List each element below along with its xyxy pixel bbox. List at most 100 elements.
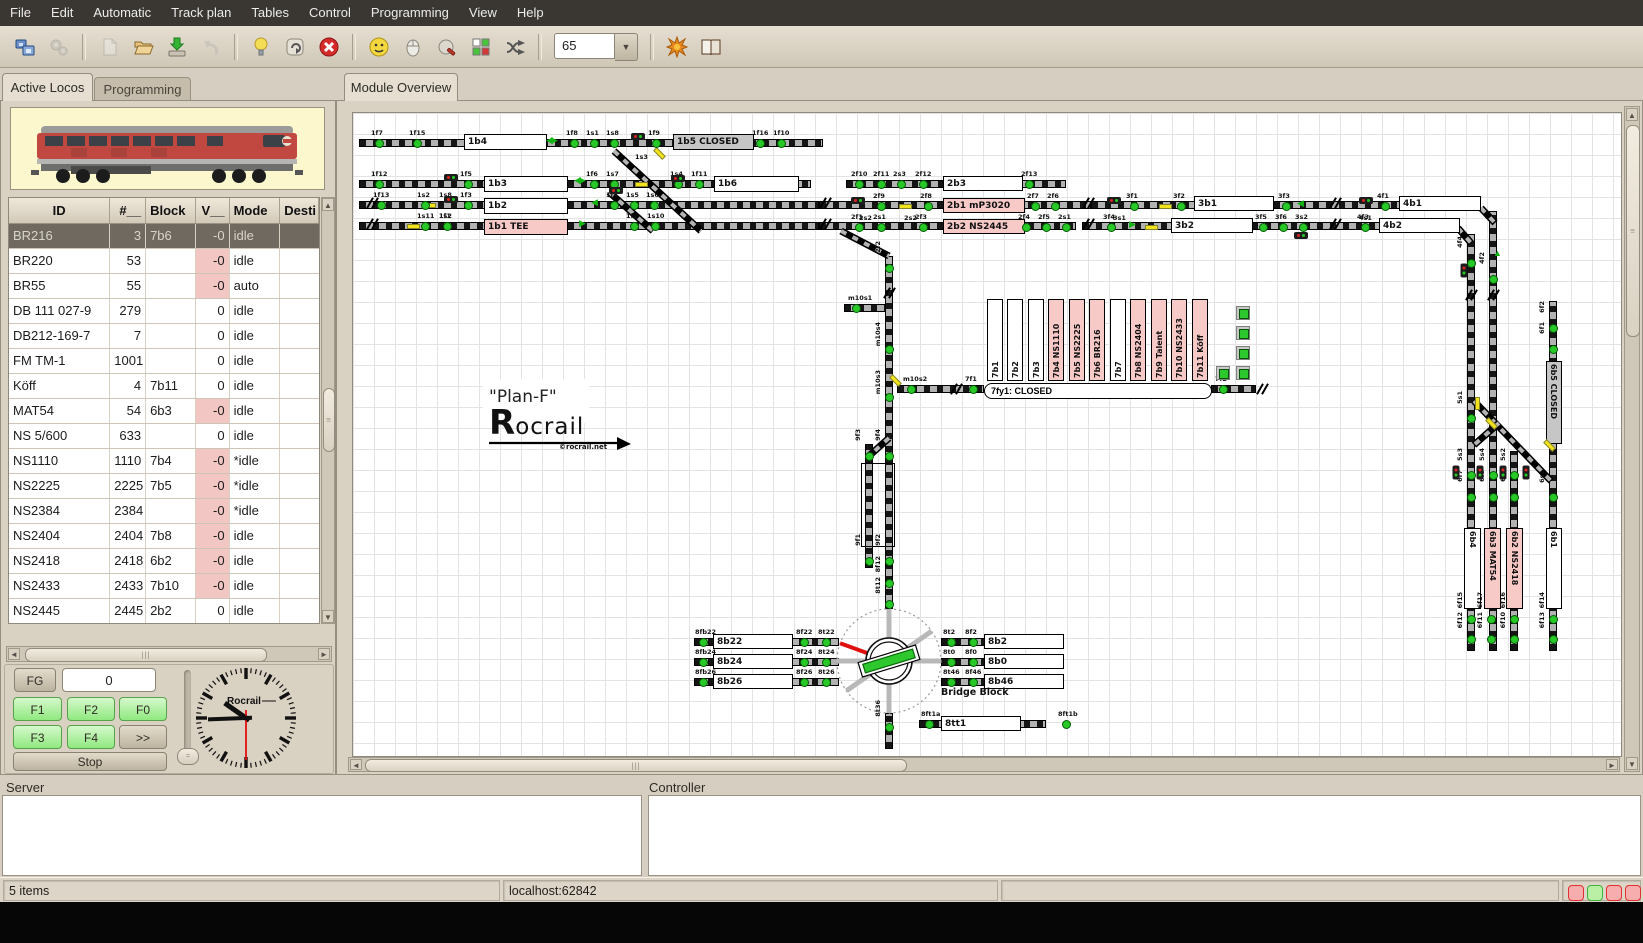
sensor-1s1[interactable] (590, 139, 599, 148)
sensor-6f11[interactable] (1487, 635, 1496, 644)
sensor-3f4[interactable] (1107, 223, 1116, 232)
zoom-dropdown-icon[interactable]: ▼ (615, 33, 638, 61)
probe-icon[interactable] (434, 34, 460, 60)
signal-icon[interactable] (444, 174, 458, 181)
block-2b2[interactable]: 2b2 NS2445 (943, 219, 1025, 234)
sensor-3f6[interactable] (1279, 223, 1288, 232)
sensor-8f24[interactable] (800, 658, 809, 667)
sensor-6f15[interactable] (1467, 615, 1476, 624)
sensor-1f12[interactable] (375, 180, 384, 189)
block-1b3[interactable]: 1b3 (484, 176, 568, 192)
sensor-1s6[interactable] (650, 201, 659, 210)
sensor-m10s4[interactable] (885, 345, 894, 354)
loco-row-fm-tm-1[interactable]: FM TM-110010idle (9, 349, 319, 374)
sensor-8t2[interactable] (947, 638, 956, 647)
sensor-1f6[interactable] (590, 180, 599, 189)
fg-button[interactable]: FG (14, 668, 56, 692)
loco-row-ns2418[interactable]: NS241824186b2-0idle (9, 549, 319, 574)
sensor-1f16[interactable] (756, 139, 765, 148)
menu-automatic[interactable]: Automatic (83, 0, 161, 26)
menu-track-plan[interactable]: Track plan (161, 0, 241, 26)
sensor-8f2[interactable] (969, 638, 978, 647)
emergency-stop-icon[interactable] (316, 34, 342, 60)
sensor-6f12[interactable] (1467, 635, 1476, 644)
block-7fy1[interactable]: 7fy1: CLOSED (984, 383, 1212, 399)
sensor-1f13[interactable] (377, 201, 386, 210)
switch-segment[interactable] (635, 182, 648, 187)
sensor-2f7[interactable] (1031, 202, 1040, 211)
block-1b2[interactable]: 1b2 (484, 198, 568, 214)
open-icon[interactable] (130, 34, 156, 60)
output-indicator[interactable] (1236, 366, 1250, 380)
block-1b4[interactable]: 1b4 (464, 134, 547, 150)
loco-row-br55[interactable]: BR5555-0auto (9, 274, 319, 299)
sensor-6f8[interactable] (1489, 493, 1498, 502)
block-1b5[interactable]: 1b5 CLOSED (673, 134, 754, 150)
scroll-down-icon[interactable]: ▼ (322, 610, 334, 623)
loco-row-ns2225[interactable]: NS222522257b5-0*idle (9, 474, 319, 499)
sensor-6f3[interactable] (1510, 493, 1519, 502)
sensor-4f3[interactable] (1361, 223, 1370, 232)
signal-icon[interactable] (1107, 197, 1121, 204)
block-7b2[interactable]: 7b2 (1007, 299, 1023, 381)
connect-icon[interactable] (12, 34, 38, 60)
loco-row-br220[interactable]: BR22053-0idle (9, 249, 319, 274)
switch-segment[interactable] (1475, 397, 1480, 410)
speed-slider[interactable] (184, 670, 191, 750)
sensor-1f15[interactable] (413, 139, 422, 148)
loco-row-ns2445[interactable]: NS244524452b20idle (9, 599, 319, 624)
sensor-6f2[interactable] (1549, 324, 1558, 333)
sensor-8t0[interactable] (947, 658, 956, 667)
menu-view[interactable]: View (459, 0, 507, 26)
signal-icon[interactable] (1453, 466, 1460, 480)
block-8tt1[interactable]: 8tt1 (941, 716, 1021, 731)
sensor-1f4[interactable] (610, 201, 619, 210)
sensor-7f1[interactable] (969, 385, 978, 394)
f1-button[interactable]: F1 (13, 697, 62, 721)
plan-vscrollbar[interactable]: ▲ ≡ ▼ (1624, 106, 1640, 772)
sensor-1s8[interactable] (610, 139, 619, 148)
menu-tables[interactable]: Tables (241, 0, 299, 26)
sensor-4f2[interactable] (1489, 275, 1498, 284)
output-indicator[interactable] (1236, 346, 1250, 360)
sensor-4f4[interactable] (1467, 259, 1476, 268)
block-1b6[interactable]: 1b6 (714, 176, 799, 192)
sensor-1f2[interactable] (630, 222, 639, 231)
sensor-6f7[interactable] (1467, 493, 1476, 502)
sensor-1s5[interactable] (630, 201, 639, 210)
sensor-9f1[interactable] (865, 557, 874, 566)
loco-row-ns-5-600[interactable]: NS 5/6006330idle (9, 424, 319, 449)
f3-button[interactable]: F3 (13, 725, 62, 749)
block-8b0[interactable]: 8b0 (984, 654, 1064, 669)
vscroll-thumb[interactable]: ≡ (323, 388, 335, 452)
signal-icon[interactable] (1359, 197, 1373, 204)
block-7b11[interactable]: 7b11 Köff (1192, 299, 1208, 381)
plan-scroll-left-icon[interactable]: ◄ (350, 759, 362, 770)
sensor-1f11[interactable] (695, 180, 704, 189)
sensor-2f3[interactable] (919, 223, 928, 232)
switch-segment[interactable] (1159, 204, 1172, 209)
sensor-6f14[interactable] (1549, 615, 1558, 624)
tab-module-overview[interactable]: Module Overview (344, 73, 458, 101)
block-6b1[interactable]: 6b1 (1546, 528, 1562, 609)
block-4b1[interactable]: 4b1 (1399, 196, 1481, 211)
sensor-2f2[interactable] (885, 264, 894, 273)
sensor-1f5[interactable] (464, 180, 473, 189)
block-7b5[interactable]: 7b5 NS2225 (1069, 299, 1085, 381)
sensor-1f3[interactable] (464, 201, 473, 210)
signal-icon[interactable] (851, 197, 865, 204)
sensor-7f2[interactable] (1219, 385, 1228, 394)
menu-edit[interactable]: Edit (41, 0, 83, 26)
f2-button[interactable]: F2 (67, 697, 115, 721)
sensor-6s1[interactable] (1549, 493, 1558, 502)
loco-row-br216[interactable]: BR21637b6-0idle (9, 224, 319, 249)
mouse-icon[interactable] (400, 34, 426, 60)
sensor-8t12[interactable] (885, 600, 894, 609)
sensor-2f10[interactable] (855, 180, 864, 189)
sensor-9f2[interactable] (885, 557, 894, 566)
block-6b5[interactable]: 6b5 CLOSED (1546, 361, 1562, 444)
block-6b2[interactable]: 6b2 NS2418 (1506, 528, 1523, 609)
f0-button[interactable]: F0 (119, 697, 167, 721)
sensor-2f9[interactable] (877, 202, 886, 211)
track-plan-canvas[interactable]: "Plan-F" Rocrail ©rocrail.net Bridge Blo… (352, 112, 1622, 757)
